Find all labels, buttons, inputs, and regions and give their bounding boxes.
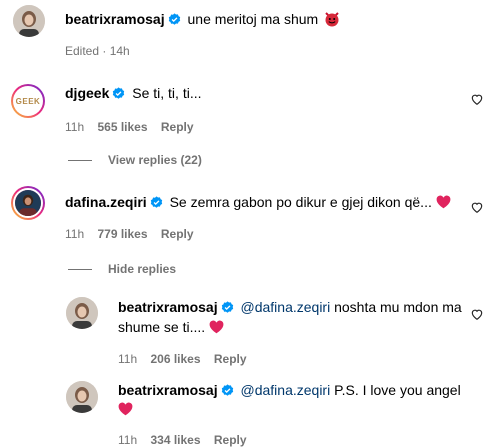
reply-button[interactable]: Reply [214, 433, 247, 447]
caption-line: beatrixramosaj une meritoj ma shum [65, 10, 340, 28]
reply-line-2: shume se ti.... [118, 318, 224, 336]
reply-line: beatrixramosaj @dafina.zeqiri P.S. I lov… [118, 381, 461, 399]
djgeek-avatar-logo: GEEK [15, 96, 41, 106]
verified-badge-icon [221, 384, 233, 396]
replies-divider [68, 159, 92, 161]
comment-time: 11h [65, 227, 85, 241]
like-heart-icon[interactable] [470, 307, 484, 321]
red-heart-emoji-icon [118, 402, 133, 416]
reply-text: P.S. I love you angel [334, 382, 461, 398]
verified-badge-icon [150, 196, 162, 208]
red-heart-emoji-icon [209, 320, 224, 334]
verified-badge-icon [168, 13, 180, 25]
comment-text: Se ti, ti, ti... [132, 85, 202, 101]
comment-meta: 11h 565 likes Reply [65, 120, 204, 134]
comment-likes[interactable]: 779 likes [97, 227, 147, 241]
caption-username[interactable]: beatrixramosaj [65, 11, 165, 27]
reply-time: 11h [118, 433, 138, 447]
replies-divider [68, 268, 92, 270]
avatar-beatrixramosaj-caption[interactable] [13, 5, 45, 37]
reply-likes[interactable]: 334 likes [150, 433, 200, 447]
verified-badge-icon [113, 87, 125, 99]
avatar-beatrixramosaj-reply-2[interactable] [66, 381, 98, 413]
reply-username[interactable]: beatrixramosaj [118, 299, 218, 315]
comment-meta: 11h 779 likes Reply [65, 227, 204, 241]
hide-replies-label: Hide replies [108, 262, 177, 276]
reply-likes[interactable]: 206 likes [150, 352, 200, 366]
reply-line: beatrixramosaj @dafina.zeqiri noshta mu … [118, 298, 462, 316]
comment-username[interactable]: dafina.zeqiri [65, 194, 147, 210]
reply-line-2 [118, 400, 133, 418]
caption-edited: Edited · 14h [65, 44, 130, 58]
comment-dafina-line: dafina.zeqiri Se zemra gabon po dikur e … [65, 193, 451, 211]
reply-text: shume se ti.... [118, 319, 206, 335]
avatar-djgeek[interactable]: GEEK [11, 84, 45, 118]
comment-username[interactable]: djgeek [65, 85, 109, 101]
hide-replies-button[interactable]: Hide replies [68, 262, 176, 276]
comment-text: Se zemra gabon po dikur e gjej dikon që.… [169, 194, 432, 210]
reply-time: 11h [118, 352, 138, 366]
red-heart-emoji-icon [436, 195, 451, 209]
mention-link[interactable]: @dafina.zeqiri [241, 382, 331, 398]
reply-text: noshta mu mdon ma [334, 299, 462, 315]
mention-link[interactable]: @dafina.zeqiri [241, 299, 331, 315]
comment-likes[interactable]: 565 likes [97, 120, 147, 134]
reply-button[interactable]: Reply [214, 352, 247, 366]
avatar-dafina-zeqiri[interactable] [11, 186, 45, 220]
smiling-devil-icon [325, 12, 339, 27]
reply-meta: 11h 206 likes Reply [118, 352, 257, 366]
reply-button[interactable]: Reply [161, 120, 194, 134]
reply-username[interactable]: beatrixramosaj [118, 382, 218, 398]
like-heart-icon[interactable] [470, 200, 484, 214]
comment-time: 11h [65, 120, 85, 134]
view-replies-button[interactable]: View replies (22) [68, 153, 202, 167]
reply-meta: 11h 334 likes Reply [118, 433, 257, 447]
like-heart-icon[interactable] [470, 92, 484, 106]
caption-text: une meritoj ma shum [187, 11, 319, 27]
verified-badge-icon [221, 301, 233, 313]
comment-djgeek-line: djgeek Se ti, ti, ti... [65, 84, 202, 102]
view-replies-label: View replies (22) [108, 153, 202, 167]
reply-button[interactable]: Reply [161, 227, 194, 241]
avatar-beatrixramosaj-reply[interactable] [66, 297, 98, 329]
